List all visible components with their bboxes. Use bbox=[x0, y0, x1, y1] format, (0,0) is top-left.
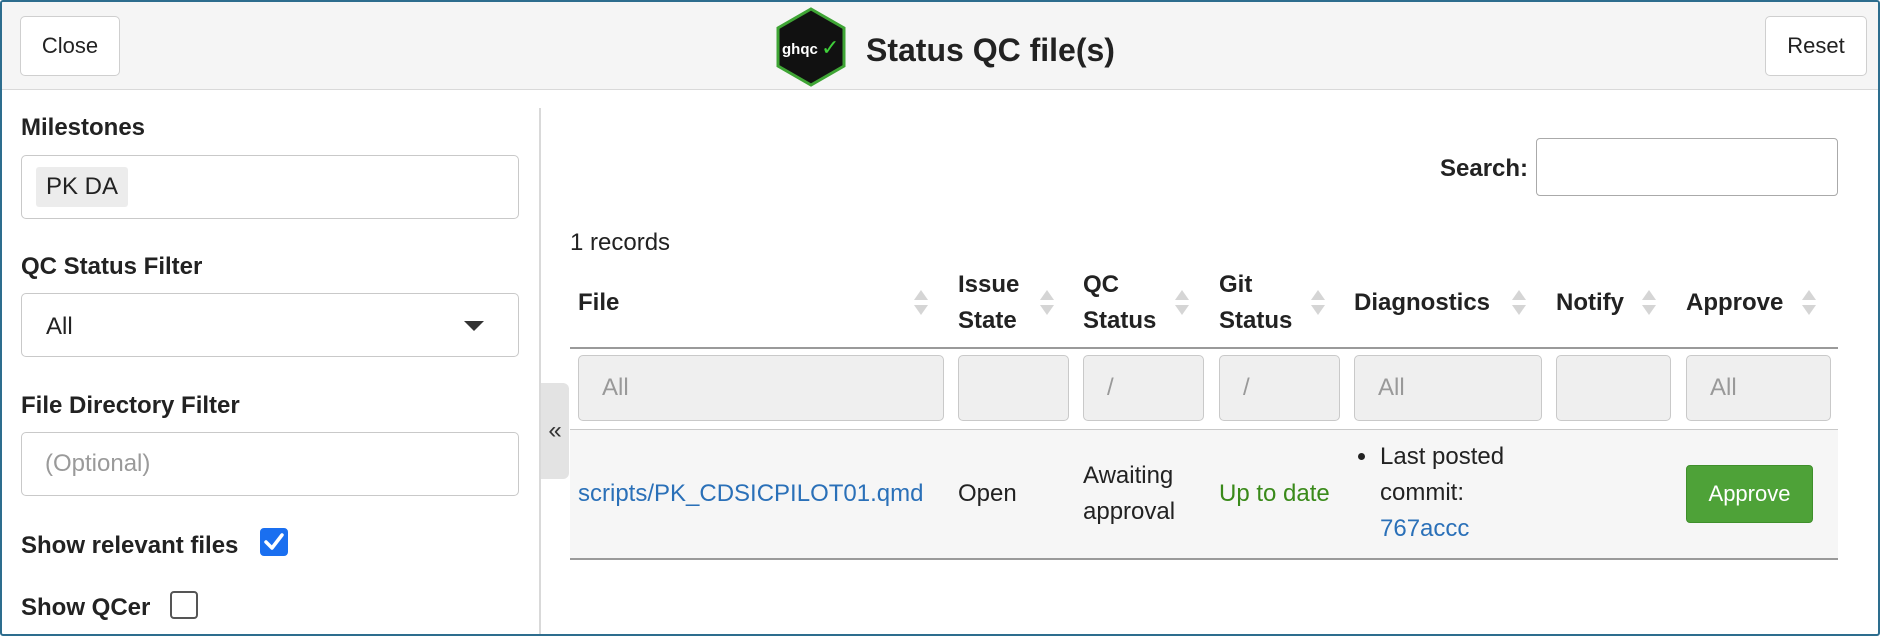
issue-state-cell: Open bbox=[958, 480, 1017, 507]
sort-icon[interactable] bbox=[1311, 286, 1325, 320]
approve-button[interactable]: Approve bbox=[1686, 465, 1813, 523]
reset-button[interactable]: Reset bbox=[1765, 16, 1867, 76]
show-qcer-label: Show QCer bbox=[21, 594, 151, 621]
double-chevron-left-icon: « bbox=[548, 417, 562, 444]
milestone-chip[interactable]: PK DA bbox=[36, 167, 129, 207]
column-header-notify[interactable]: Notify bbox=[1556, 285, 1624, 321]
header-divider bbox=[570, 347, 1838, 349]
chevron-down-icon bbox=[464, 321, 484, 331]
collapse-sidebar-button[interactable]: « bbox=[541, 383, 569, 479]
filter-qc-status[interactable]: / bbox=[1083, 355, 1204, 421]
filter-diagnostics[interactable]: All bbox=[1354, 355, 1542, 421]
column-header-issue-state[interactable]: Issue State bbox=[958, 267, 1019, 339]
file-directory-filter-field bbox=[21, 432, 519, 496]
filter-issue-state[interactable] bbox=[958, 355, 1069, 421]
header-bar: Close ghqc ✓ Status QC file(s) Reset bbox=[2, 2, 1878, 90]
milestones-select[interactable]: PK DA bbox=[21, 155, 519, 219]
diagnostics-cell: Last posted commit: 767accc bbox=[1354, 439, 1504, 547]
file-directory-filter-label: File Directory Filter bbox=[21, 392, 240, 419]
milestones-label: Milestones bbox=[21, 114, 146, 141]
table-bottom-divider bbox=[570, 558, 1838, 560]
sort-icon[interactable] bbox=[1175, 286, 1189, 320]
search-input[interactable] bbox=[1536, 138, 1838, 196]
status-qc-window: Close ghqc ✓ Status QC file(s) Reset Mil… bbox=[0, 0, 1880, 636]
filter-file[interactable]: All bbox=[578, 355, 944, 421]
show-qcer-checkbox[interactable] bbox=[170, 591, 198, 619]
ghqc-logo: ghqc ✓ bbox=[776, 7, 846, 87]
diagnostics-list-item: Last posted commit: 767accc bbox=[1354, 439, 1504, 547]
git-status-cell: Up to date bbox=[1219, 480, 1330, 507]
column-header-approve[interactable]: Approve bbox=[1686, 285, 1783, 321]
show-relevant-files-checkbox[interactable] bbox=[260, 528, 288, 556]
logo-check-icon: ✓ bbox=[821, 36, 839, 61]
close-button[interactable]: Close bbox=[20, 16, 120, 76]
sort-icon[interactable] bbox=[1642, 286, 1656, 320]
column-header-diagnostics[interactable]: Diagnostics bbox=[1354, 285, 1490, 321]
sort-icon[interactable] bbox=[1040, 286, 1054, 320]
logo-text: ghqc bbox=[782, 41, 818, 58]
column-header-qc-status[interactable]: QC Status bbox=[1083, 267, 1156, 339]
search-label: Search: bbox=[1440, 155, 1529, 182]
sort-icon[interactable] bbox=[914, 286, 928, 320]
qc-status-filter-select[interactable]: All bbox=[21, 293, 519, 357]
qc-status-filter-label: QC Status Filter bbox=[21, 253, 203, 280]
sort-icon[interactable] bbox=[1512, 286, 1526, 320]
qc-status-cell: Awaiting approval bbox=[1083, 462, 1176, 525]
column-header-file[interactable]: File bbox=[578, 285, 619, 321]
page-title: Status QC file(s) bbox=[866, 32, 1115, 68]
file-directory-filter-input[interactable] bbox=[22, 433, 518, 495]
column-header-git-status[interactable]: Git Status bbox=[1219, 267, 1292, 339]
sort-icon[interactable] bbox=[1802, 286, 1816, 320]
records-count: 1 records bbox=[570, 229, 671, 256]
show-relevant-files-label: Show relevant files bbox=[21, 532, 239, 559]
checkmark-icon bbox=[264, 533, 284, 550]
filter-notify[interactable] bbox=[1556, 355, 1671, 421]
filter-git-status[interactable]: / bbox=[1219, 355, 1340, 421]
qc-status-filter-value: All bbox=[46, 313, 73, 340]
file-link[interactable]: scripts/PK_CDSICPILOT01.qmd bbox=[578, 476, 923, 512]
commit-link[interactable]: 767accc bbox=[1380, 511, 1504, 547]
filter-approve[interactable]: All bbox=[1686, 355, 1831, 421]
sidebar-divider bbox=[539, 108, 541, 634]
